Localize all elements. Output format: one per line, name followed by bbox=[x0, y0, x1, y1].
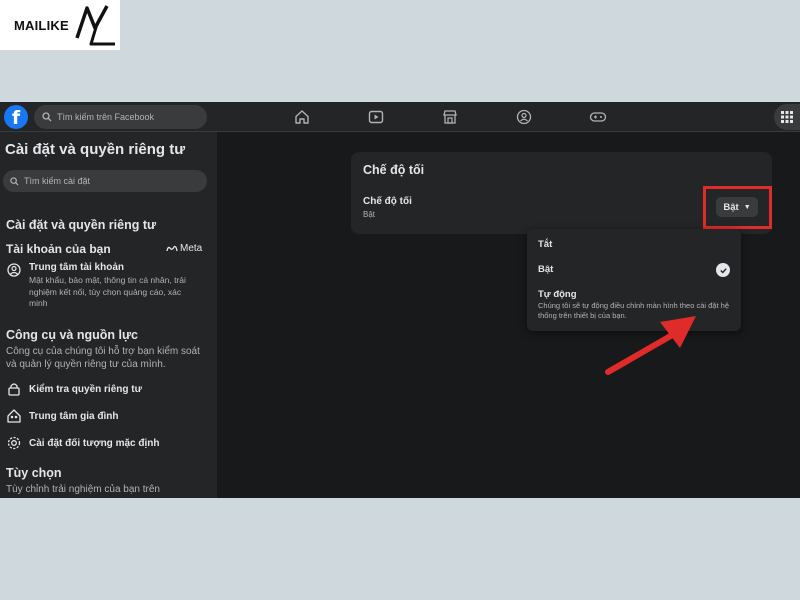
home-icon[interactable] bbox=[293, 107, 311, 127]
privacy-checkup-label: Kiểm tra quyền riêng tư bbox=[29, 383, 142, 395]
meta-brand: Meta bbox=[166, 243, 202, 254]
sidebar-item-family-center[interactable]: Trung tâm gia đình bbox=[6, 408, 118, 424]
dropdown-button-label: Bật bbox=[723, 201, 739, 213]
mailike-logo: MAILIKE bbox=[0, 0, 120, 50]
tools-section-title: Công cụ và nguồn lực bbox=[6, 328, 138, 342]
search-placeholder: Tìm kiếm trên Facebook bbox=[57, 112, 155, 122]
accounts-center-desc: Mật khẩu, bảo mật, thông tin cá nhân, tr… bbox=[29, 275, 186, 308]
dark-mode-current-value: Bật bbox=[363, 210, 376, 219]
facebook-logo[interactable]: f bbox=[4, 105, 28, 129]
logo-text: MAILIKE bbox=[14, 17, 69, 33]
preferences-section-desc: Tùy chỉnh trải nghiệm của bạn trên bbox=[6, 484, 160, 495]
default-audience-label: Cài đặt đối tượng mặc định bbox=[29, 437, 160, 449]
top-navigation: f Tìm kiếm trên Facebook bbox=[0, 102, 800, 132]
menu-option-off[interactable]: Tắt bbox=[538, 239, 552, 250]
sidebar-section-title: Cài đặt và quyền riêng tư bbox=[6, 218, 157, 232]
sidebar-item-default-audience[interactable]: Cài đặt đối tượng mặc định bbox=[6, 435, 159, 451]
settings-search-input[interactable]: Tìm kiếm cài đặt bbox=[3, 170, 207, 192]
gear-icon bbox=[7, 436, 21, 450]
sidebar-item-accounts-center[interactable]: Trung tâm tài khoản Mật khẩu, bảo mật, t… bbox=[6, 262, 191, 310]
annotation-arrow-icon bbox=[605, 316, 696, 375]
tools-section-desc: Công cụ của chúng tôi hỗ trợ bạn kiểm so… bbox=[6, 346, 200, 370]
ml-logo-mark bbox=[75, 5, 115, 46]
menu-option-on[interactable]: Bật bbox=[538, 264, 553, 275]
menu-option-auto[interactable]: Tự động bbox=[538, 289, 577, 300]
search-icon bbox=[42, 112, 52, 122]
accounts-center-label: Trung tâm tài khoản bbox=[29, 262, 125, 273]
video-icon[interactable] bbox=[367, 107, 385, 127]
lock-icon bbox=[8, 383, 20, 396]
groups-icon[interactable] bbox=[515, 107, 533, 127]
menu-grid-icon[interactable] bbox=[774, 104, 800, 130]
account-section-title: Tài khoản của bạn bbox=[6, 242, 111, 256]
meta-logo-icon bbox=[166, 245, 178, 251]
family-center-label: Trung tâm gia đình bbox=[29, 410, 119, 422]
check-icon bbox=[716, 263, 730, 277]
preferences-section-title: Tùy chọn bbox=[6, 466, 62, 480]
settings-sidebar: Cài đặt và quyền riêng tư Tìm kiếm cài đ… bbox=[0, 132, 217, 498]
meta-label: Meta bbox=[180, 243, 203, 254]
facebook-window: f Tìm kiếm trên Facebook Cài đặt và quyề… bbox=[0, 102, 800, 498]
family-home-icon bbox=[7, 409, 21, 423]
gaming-icon[interactable] bbox=[589, 107, 607, 127]
sidebar-item-privacy-checkup[interactable]: Kiểm tra quyền riêng tư bbox=[6, 381, 142, 397]
facebook-search-input[interactable]: Tìm kiếm trên Facebook bbox=[34, 105, 207, 129]
chevron-down-icon: ▼ bbox=[743, 203, 751, 211]
settings-search-placeholder: Tìm kiếm cài đặt bbox=[24, 176, 91, 186]
card-title: Chế độ tối bbox=[363, 163, 425, 177]
sidebar-title: Cài đặt và quyền riêng tư bbox=[5, 141, 186, 158]
dark-mode-label: Chế độ tối bbox=[363, 196, 412, 207]
dark-mode-dropdown-button[interactable]: Bật ▼ bbox=[716, 197, 758, 217]
search-icon bbox=[10, 176, 19, 186]
marketplace-icon[interactable] bbox=[441, 107, 459, 127]
